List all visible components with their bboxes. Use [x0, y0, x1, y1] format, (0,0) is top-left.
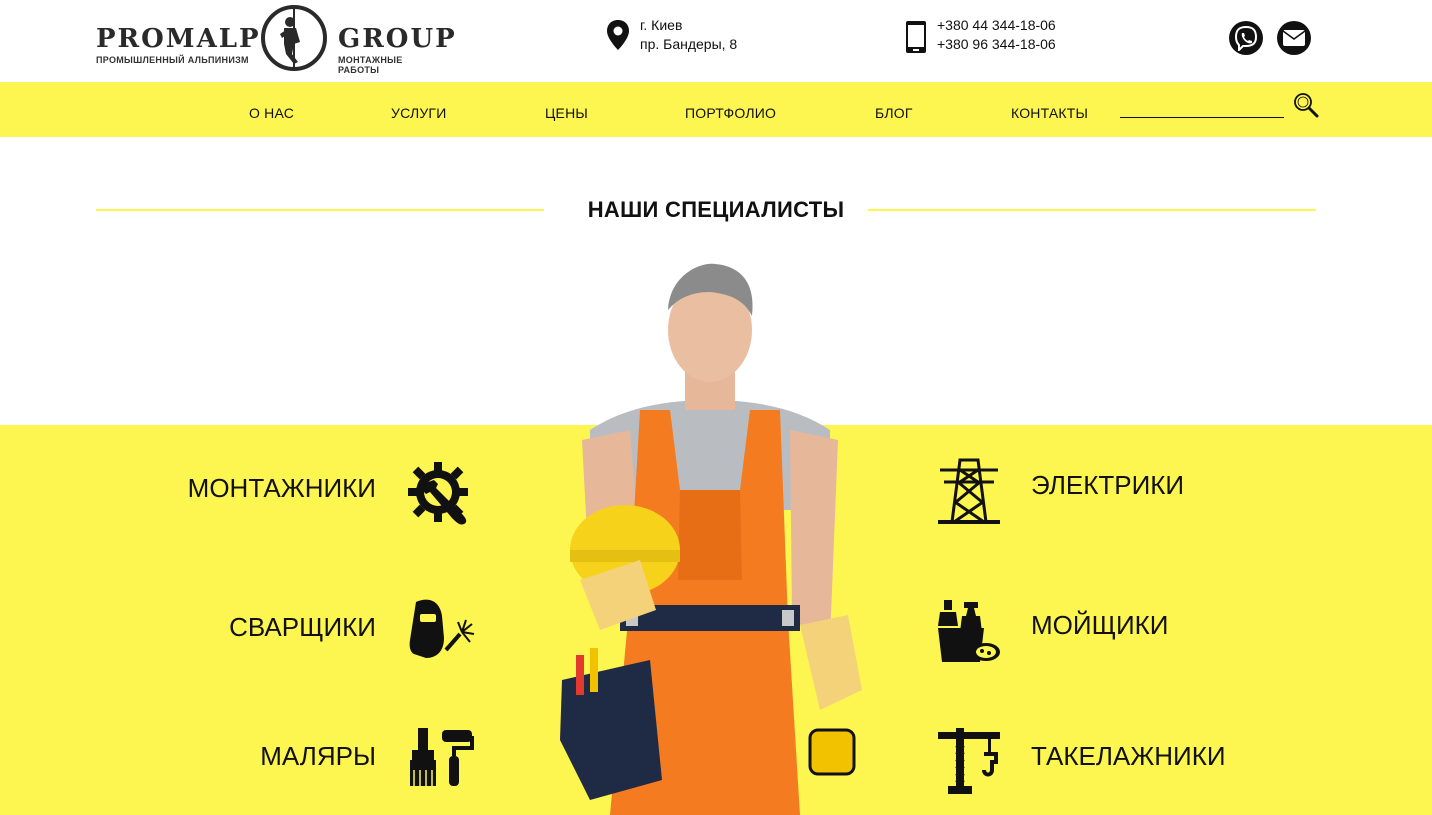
gear-wrench-icon[interactable]	[406, 458, 476, 528]
cleaning-supplies-icon[interactable]	[934, 596, 1004, 666]
search-underline	[1120, 117, 1284, 118]
viber-icon	[1234, 25, 1258, 51]
nav-item-portfolio[interactable]: ПОРТФОЛИО	[685, 105, 776, 121]
smartphone-icon	[906, 21, 926, 53]
brand-logo[interactable]: PROMALP GROUP ПРОМЫШЛЕННЫЙ АЛЬПИНИЗМ МОН…	[96, 4, 455, 75]
address-street: пр. Бандеры, 8	[640, 36, 738, 52]
section-title: НАШИ СПЕЦИАЛИСТЫ	[587, 197, 845, 222]
phone-2[interactable]: +380 96 344-18-06	[937, 35, 1056, 54]
worker-photo	[560, 263, 862, 815]
welding-mask-icon[interactable]	[406, 596, 476, 666]
power-tower-icon[interactable]	[934, 456, 1004, 526]
envelope-icon	[1282, 30, 1306, 46]
crane-hook-icon[interactable]	[934, 726, 1004, 796]
brand-word-left: PROMALP	[96, 24, 261, 54]
main-navigation: О НАС УСЛУГИ ЦЕНЫ ПОРТФОЛИО БЛОГ КОНТАКТ…	[0, 82, 1432, 137]
viber-button[interactable]	[1229, 21, 1263, 55]
nav-item-prices[interactable]: ЦЕНЫ	[545, 105, 588, 121]
phone-1[interactable]: +380 44 344-18-06	[937, 16, 1056, 35]
specialist-installers[interactable]: МОНТАЖНИКИ	[76, 473, 376, 504]
brand-tagline-left: ПРОМЫШЛЕННЫЙ АЛЬПИНИЗМ	[96, 55, 249, 65]
brand-word-right: GROUP	[338, 24, 457, 54]
nav-item-about[interactable]: О НАС	[249, 105, 294, 121]
address-city: г. Киев	[640, 17, 683, 33]
specialist-welders[interactable]: СВАРЩИКИ	[76, 612, 376, 643]
specialist-electricians[interactable]: ЭЛЕКТРИКИ	[1031, 470, 1184, 501]
brand-tagline-right: МОНТАЖНЫЕ РАБОТЫ	[338, 55, 403, 75]
nav-item-services[interactable]: УСЛУГИ	[391, 105, 446, 121]
email-button[interactable]	[1277, 21, 1311, 55]
specialist-cleaners[interactable]: МОЙЩИКИ	[1031, 610, 1168, 641]
magnifier-icon[interactable]	[1292, 91, 1320, 119]
map-pin-icon	[607, 20, 629, 50]
paint-roller-brush-icon[interactable]	[406, 726, 476, 796]
site-header: PROMALP GROUP ПРОМЫШЛЕННЫЙ АЛЬПИНИЗМ МОН…	[0, 0, 1432, 82]
search-input[interactable]	[1120, 96, 1284, 117]
nav-item-contacts[interactable]: КОНТАКТЫ	[1011, 105, 1088, 121]
specialist-painters[interactable]: МАЛЯРЫ	[76, 741, 376, 772]
climber-emblem-icon	[261, 5, 327, 71]
nav-item-blog[interactable]: БЛОГ	[875, 105, 913, 121]
specialist-riggers[interactable]: ТАКЕЛАЖНИКИ	[1031, 741, 1226, 772]
